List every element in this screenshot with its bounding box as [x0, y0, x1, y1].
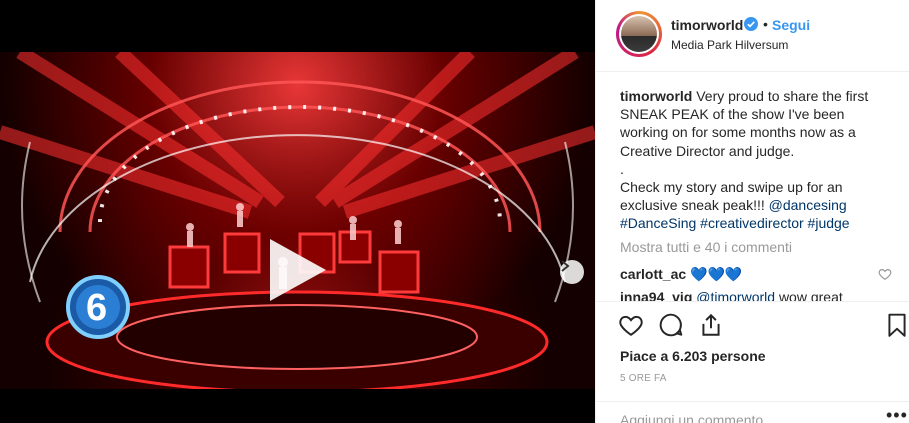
caption-username[interactable]: timorworld: [620, 88, 692, 104]
play-button[interactable]: [266, 237, 330, 303]
heart-icon[interactable]: [618, 312, 644, 338]
comment-mention[interactable]: @timorworld: [696, 289, 775, 301]
stage-scene: 6: [0, 52, 595, 389]
comment-item: carlott_ac 💙💙💙: [620, 266, 742, 283]
header-username[interactable]: timorworld: [671, 17, 743, 33]
caption-hashtags[interactable]: #DanceSing #creativedirector #judge: [620, 215, 850, 231]
video-frame[interactable]: 6: [0, 52, 595, 389]
play-icon: [270, 239, 326, 301]
separator-dot: •: [763, 16, 768, 32]
carousel-next-button[interactable]: [560, 260, 584, 284]
view-all-comments-link[interactable]: Mostra tutti e 40 i commenti: [620, 239, 792, 255]
comment-icon[interactable]: [658, 312, 684, 338]
add-comment-bar: •••: [596, 401, 909, 423]
channel-logo-number: 6: [86, 287, 107, 329]
post-header: timorworld • Segui Media Park Hilversum: [596, 0, 909, 72]
likes-count[interactable]: Piace a 6.203 persone: [620, 348, 766, 364]
comment-username[interactable]: inna94_vig: [620, 289, 692, 301]
comments-section[interactable]: timorworld Very proud to share the first…: [596, 73, 909, 301]
follow-button[interactable]: Segui: [772, 17, 810, 33]
comment-username[interactable]: carlott_ac: [620, 266, 686, 282]
avatar-image: [621, 16, 657, 52]
verified-icon: [744, 17, 758, 31]
post-timestamp: 5 ORE FA: [620, 373, 667, 384]
post-actions: Piace a 6.203 persone 5 ORE FA: [596, 301, 909, 401]
more-options-button[interactable]: •••: [886, 406, 908, 423]
comment-text: wow great: [778, 289, 843, 301]
share-icon[interactable]: [698, 312, 724, 338]
post-media[interactable]: 6: [0, 0, 595, 423]
caption: timorworld Very proud to share the first…: [620, 87, 892, 233]
avatar[interactable]: [616, 11, 662, 57]
comment-text: 💙💙💙: [690, 266, 743, 282]
caption-mention[interactable]: @dancesing: [769, 197, 847, 213]
bookmark-icon[interactable]: [884, 312, 909, 338]
heart-small-icon[interactable]: [878, 267, 892, 281]
chevron-right-icon: [561, 260, 570, 272]
caption-text-2: .: [620, 160, 624, 177]
post-sidebar: timorworld • Segui Media Park Hilversum …: [595, 0, 909, 423]
comment-input[interactable]: [620, 412, 860, 423]
location-link[interactable]: Media Park Hilversum: [671, 38, 788, 52]
comment-item: inna94_vig @timorworld wow great: [620, 289, 843, 301]
